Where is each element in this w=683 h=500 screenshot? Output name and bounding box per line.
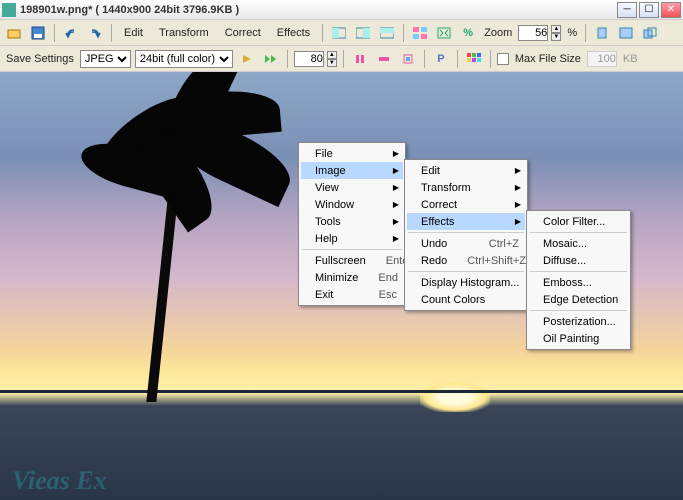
submenu-countcolors[interactable]: Count Colors: [407, 291, 525, 308]
percent-icon[interactable]: %: [458, 23, 478, 43]
separator: [457, 50, 458, 68]
menu-separator: [530, 310, 627, 311]
fx-oilpainting[interactable]: Oil Painting: [529, 330, 628, 347]
menu-separator: [302, 249, 402, 250]
submenu-transform[interactable]: Transform▶: [407, 179, 525, 196]
separator: [585, 24, 586, 42]
menu-edit[interactable]: Edit: [118, 25, 149, 41]
layout2-icon[interactable]: [353, 23, 373, 43]
layout3-icon[interactable]: [377, 23, 397, 43]
submenu-effects[interactable]: Effects▶: [407, 213, 525, 230]
grid-icon[interactable]: [410, 23, 430, 43]
menu-separator: [408, 271, 524, 272]
submenu-redo[interactable]: RedoCtrl+Shift+Z: [407, 252, 525, 269]
layout1-icon[interactable]: [329, 23, 349, 43]
kb-label: KB: [621, 53, 640, 65]
palette-icon[interactable]: [464, 49, 484, 69]
menu-exit[interactable]: ExitEsc: [301, 286, 403, 303]
menu-separator: [530, 232, 627, 233]
maximize-button[interactable]: ☐: [639, 2, 659, 18]
fx-mosaic[interactable]: Mosaic...: [529, 235, 628, 252]
opt3-icon[interactable]: [398, 49, 418, 69]
menu-separator: [408, 232, 524, 233]
separator: [287, 50, 288, 68]
quality-spinner[interactable]: ▲▼: [327, 51, 337, 67]
redo-icon[interactable]: [85, 23, 105, 43]
menu-fullscreen[interactable]: FullscreenEnter: [301, 252, 403, 269]
window-buttons: ─ ☐ ✕: [617, 2, 681, 18]
fx-edgedetection[interactable]: Edge Detection: [529, 291, 628, 308]
save-settings-label: Save Settings: [4, 53, 76, 65]
window1-icon[interactable]: [592, 23, 612, 43]
format-select[interactable]: JPEG: [80, 50, 131, 68]
minimize-button[interactable]: ─: [617, 2, 637, 18]
undo-icon[interactable]: [61, 23, 81, 43]
fit-icon[interactable]: [434, 23, 454, 43]
maxfilesize-input: [587, 51, 617, 67]
window-title: 198901w.png* ( 1440x900 24bit 3796.9KB ): [20, 4, 617, 16]
context-menu-image: Edit▶ Transform▶ Correct▶ Effects▶ UndoC…: [404, 159, 528, 311]
window2-icon[interactable]: [616, 23, 636, 43]
separator: [343, 50, 344, 68]
context-menu-main: File▶ Image▶ View▶ Window▶ Tools▶ Help▶ …: [298, 142, 406, 306]
separator: [54, 24, 55, 42]
submenu-correct[interactable]: Correct▶: [407, 196, 525, 213]
app-icon: [2, 3, 16, 17]
zoom-spinner[interactable]: ▲▼: [551, 25, 561, 41]
maxfilesize-label: Max File Size: [513, 53, 583, 65]
fx-posterization[interactable]: Posterization...: [529, 313, 628, 330]
play2-icon[interactable]: [261, 49, 281, 69]
zoom-input[interactable]: [518, 25, 548, 41]
separator: [403, 24, 404, 42]
maxfilesize-checkbox[interactable]: [497, 53, 509, 65]
image-canvas[interactable]: Vieas Ex File▶ Image▶ View▶ Window▶ Tool…: [0, 72, 683, 500]
watermark: Vieas Ex: [12, 466, 107, 496]
palm-tree: [50, 72, 310, 412]
menu-window[interactable]: Window▶: [301, 196, 403, 213]
fx-colorfilter[interactable]: Color Filter...: [529, 213, 628, 230]
sunset-glow: [420, 382, 490, 412]
fx-emboss[interactable]: Emboss...: [529, 274, 628, 291]
p-icon[interactable]: P: [431, 49, 451, 69]
menu-help[interactable]: Help▶: [301, 230, 403, 247]
menu-image[interactable]: Image▶: [301, 162, 403, 179]
menu-separator: [530, 271, 627, 272]
save-toolbar: Save Settings JPEG 24bit (full color) ▲▼…: [0, 46, 683, 72]
separator: [111, 24, 112, 42]
menu-tools[interactable]: Tools▶: [301, 213, 403, 230]
open-icon[interactable]: [4, 23, 24, 43]
depth-select[interactable]: 24bit (full color): [135, 50, 233, 68]
submenu-edit[interactable]: Edit▶: [407, 162, 525, 179]
opt1-icon[interactable]: [350, 49, 370, 69]
submenu-undo[interactable]: UndoCtrl+Z: [407, 235, 525, 252]
play1-icon[interactable]: [237, 49, 257, 69]
title-bar: 198901w.png* ( 1440x900 24bit 3796.9KB )…: [0, 0, 683, 20]
menu-transform[interactable]: Transform: [153, 25, 215, 41]
main-toolbar: Edit Transform Correct Effects % Zoom ▲▼…: [0, 20, 683, 46]
separator: [490, 50, 491, 68]
menu-minimize[interactable]: MinimizeEnd: [301, 269, 403, 286]
close-button[interactable]: ✕: [661, 2, 681, 18]
menu-file[interactable]: File▶: [301, 145, 403, 162]
separator: [424, 50, 425, 68]
quality-input[interactable]: [294, 51, 324, 67]
fx-diffuse[interactable]: Diffuse...: [529, 252, 628, 269]
context-menu-effects: Color Filter... Mosaic... Diffuse... Emb…: [526, 210, 631, 350]
zoom-unit: %: [565, 27, 579, 39]
separator: [322, 24, 323, 42]
submenu-histogram[interactable]: Display Histogram...: [407, 274, 525, 291]
menu-view[interactable]: View▶: [301, 179, 403, 196]
menu-correct[interactable]: Correct: [219, 25, 267, 41]
save-icon[interactable]: [28, 23, 48, 43]
zoom-label: Zoom: [482, 27, 514, 39]
menu-effects[interactable]: Effects: [271, 25, 316, 41]
window3-icon[interactable]: [640, 23, 660, 43]
opt2-icon[interactable]: [374, 49, 394, 69]
